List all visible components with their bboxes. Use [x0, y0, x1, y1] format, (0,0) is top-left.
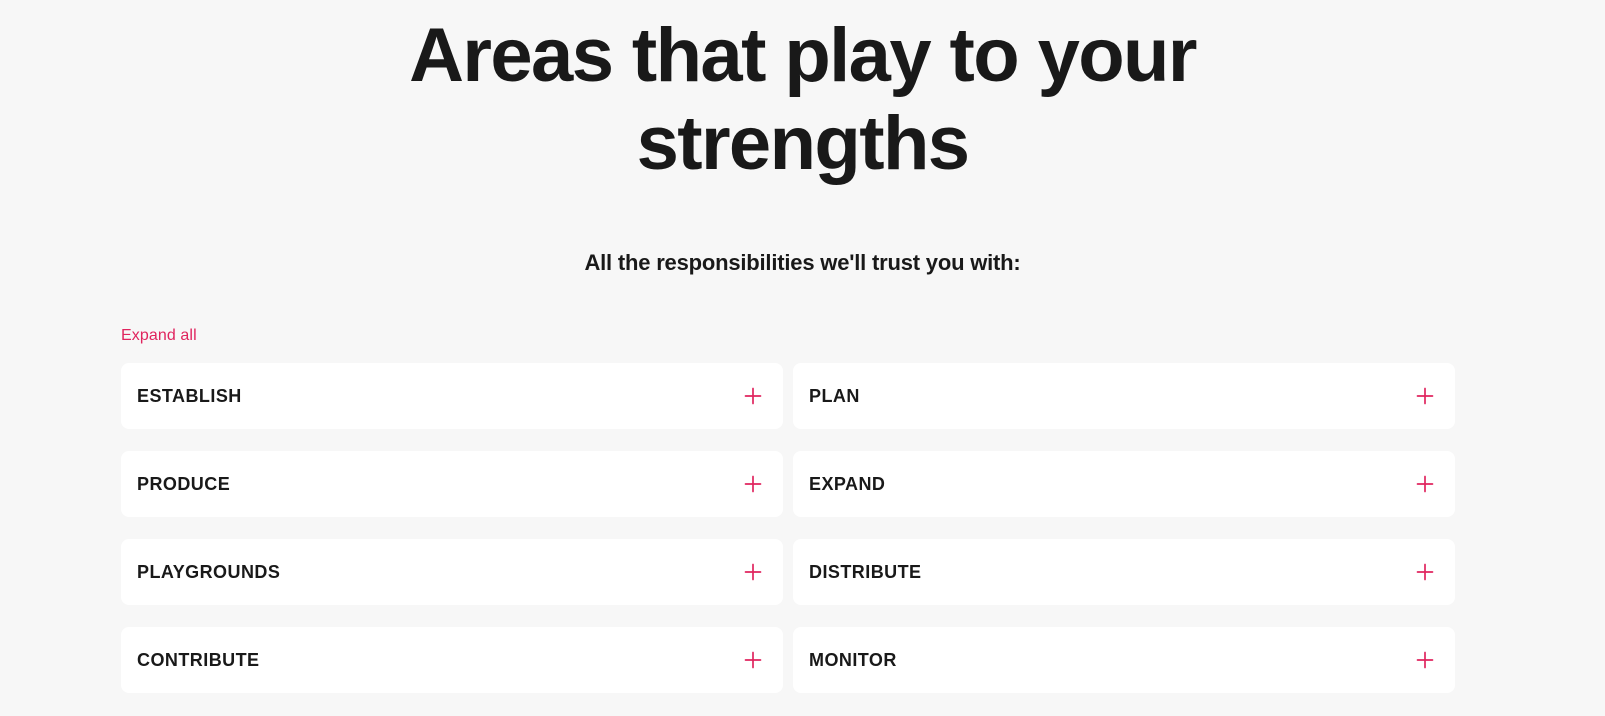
- plus-icon[interactable]: [741, 384, 765, 408]
- accordion-item-monitor[interactable]: MONITOR: [793, 627, 1455, 693]
- accordion-item-label: PRODUCE: [137, 474, 231, 494]
- header-block: Areas that play to your strengths: [0, 12, 1605, 188]
- plus-icon[interactable]: [1413, 648, 1437, 672]
- accordion-item-plan[interactable]: PLAN: [793, 363, 1455, 429]
- accordion-item-expand[interactable]: EXPAND: [793, 451, 1455, 517]
- accordion-item-label: DISTRIBUTE: [809, 562, 922, 582]
- accordion-item-label: EXPAND: [809, 474, 886, 494]
- plus-icon[interactable]: [1413, 560, 1437, 584]
- accordion-item-playgrounds[interactable]: PLAYGROUNDS: [121, 539, 783, 605]
- plus-icon[interactable]: [741, 648, 765, 672]
- accordion-item-produce[interactable]: PRODUCE: [121, 451, 783, 517]
- page-title: Areas that play to your strengths: [409, 13, 1197, 186]
- accordion-item-label: PLAYGROUNDS: [137, 562, 281, 582]
- plus-icon[interactable]: [741, 560, 765, 584]
- accordion-item-label: ESTABLISH: [137, 386, 242, 406]
- page-subtitle: All the responsibilities we'll trust you…: [584, 250, 1021, 275]
- accordion-item-label: MONITOR: [809, 650, 897, 670]
- plus-icon[interactable]: [1413, 472, 1437, 496]
- accordion-item-label: PLAN: [809, 386, 860, 406]
- expand-all-link[interactable]: Expand all: [121, 325, 197, 347]
- responsibilities-accordion: ESTABLISH PLAN PRODUCE EXPAND PLAYGROUND…: [121, 363, 1455, 693]
- plus-icon[interactable]: [741, 472, 765, 496]
- accordion-item-contribute[interactable]: CONTRIBUTE: [121, 627, 783, 693]
- accordion-item-label: CONTRIBUTE: [137, 650, 260, 670]
- page-root: Areas that play to your strengths All th…: [0, 0, 1605, 716]
- accordion-item-distribute[interactable]: DISTRIBUTE: [793, 539, 1455, 605]
- accordion-item-establish[interactable]: ESTABLISH: [121, 363, 783, 429]
- plus-icon[interactable]: [1413, 384, 1437, 408]
